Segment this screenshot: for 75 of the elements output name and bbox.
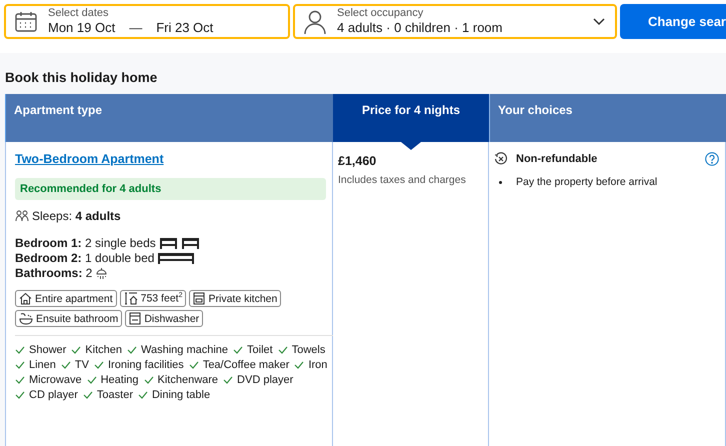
- bedroom-text: Bedroom 2: 1 double bed: [15, 251, 154, 265]
- chevron-down-icon: [592, 18, 605, 26]
- amenity-item: Dining table: [138, 389, 210, 401]
- checkmark-icon: [233, 346, 244, 354]
- field-label: Select occupancy: [337, 7, 424, 20]
- amenity-item: Heating: [86, 374, 138, 386]
- double-bed-icon: [157, 252, 196, 264]
- checkmark-icon: [294, 361, 304, 369]
- column-header: Price for 4 nights: [333, 94, 489, 142]
- facility-tag: Ensuite bathroom: [15, 310, 122, 327]
- checkmark-icon: [86, 376, 97, 384]
- amenity-item: CD player: [15, 389, 78, 401]
- checkmark-icon: [94, 361, 104, 369]
- pointer-triangle: [401, 142, 421, 150]
- occupancy-value: 4 adults · 0 children · 1 room: [337, 20, 504, 36]
- floor-size-icon: [124, 292, 138, 305]
- room-name-link[interactable]: Two-Bedroom Apartment: [15, 152, 164, 166]
- checkmark-icon: [138, 391, 148, 399]
- policy-item: Pay the property before arrival: [516, 176, 658, 188]
- help-icon[interactable]: [705, 152, 719, 166]
- amenity-item: Linen: [15, 359, 56, 371]
- bathrooms-text: Bathrooms: 2: [15, 266, 92, 280]
- no-refund-icon: [494, 152, 508, 166]
- facility-tag: 753 feet$^{2}$: [120, 290, 186, 307]
- amenity-item: Washing machine: [127, 344, 228, 356]
- sleeps-text: Sleeps: 4 adults: [32, 209, 121, 223]
- amenity-item: Toilet: [233, 344, 273, 356]
- policy-title: Non-refundable: [516, 153, 598, 165]
- facility-tag: Entire apartment: [15, 290, 117, 307]
- amenity-item: TV: [60, 359, 89, 371]
- change-search-button[interactable]: Change sear: [620, 4, 726, 39]
- bathtub-icon: [19, 312, 33, 325]
- checkmark-icon: [144, 376, 154, 384]
- section-heading: Book this holiday home: [5, 70, 158, 85]
- amenity-item: DVD player: [223, 374, 294, 386]
- facility-tag: Private kitchen: [189, 290, 282, 307]
- dishwasher-icon: [129, 312, 142, 325]
- facility-tag: Dishwasher: [125, 310, 204, 327]
- bedroom-text: Bedroom 1: 2 single beds: [15, 236, 156, 250]
- checkmark-icon: [127, 346, 137, 354]
- amenity-item: Kitchen: [71, 344, 122, 356]
- people-icon: [15, 210, 29, 222]
- recommendation-banner: Recommended for 4 adults: [15, 178, 326, 200]
- single-bed-icon: [158, 236, 178, 250]
- date-field[interactable]: Select dates Mon 19 Oct — Fri 23 Oct: [4, 4, 290, 39]
- single-bed-icon: [180, 236, 200, 250]
- price-note: Includes taxes and charges: [338, 174, 467, 186]
- checkmark-icon: [71, 346, 82, 354]
- house-icon: [19, 292, 32, 305]
- amenity-item: Tea/Coffee maker: [188, 359, 290, 371]
- stove-icon: [193, 292, 206, 305]
- checkmark-icon: [60, 361, 71, 369]
- amenity-item: Toaster: [82, 389, 133, 401]
- amenity-item: Kitchenware: [144, 374, 218, 386]
- column-header: Your choices: [489, 94, 726, 142]
- amenity-item: Ironing facilities: [94, 359, 184, 371]
- checkmark-icon: [278, 346, 288, 354]
- end-date: Fri 23 Oct: [156, 20, 214, 36]
- person-icon: [303, 8, 328, 34]
- amenity-item: Iron: [294, 359, 328, 371]
- amenity-item: Microwave: [15, 374, 82, 386]
- price-amount: £1,460: [338, 154, 378, 168]
- checkmark-icon: [82, 391, 93, 399]
- checkmark-icon: [223, 376, 234, 384]
- field-label: Select dates: [48, 7, 110, 20]
- occupancy-field[interactable]: Select occupancy 4 adults · 0 children · 1 room: [293, 4, 617, 39]
- amenity-item: Shower: [15, 344, 66, 356]
- shower-icon: [95, 266, 108, 280]
- start-date: Mon 19 Oct: [48, 20, 116, 36]
- column-header: Apartment type: [5, 94, 333, 142]
- checkmark-icon: [188, 361, 199, 369]
- calendar-icon: [14, 10, 38, 34]
- bullet-icon: [499, 180, 502, 184]
- date-separator: —: [129, 20, 142, 36]
- amenity-item: Towels: [278, 344, 326, 356]
